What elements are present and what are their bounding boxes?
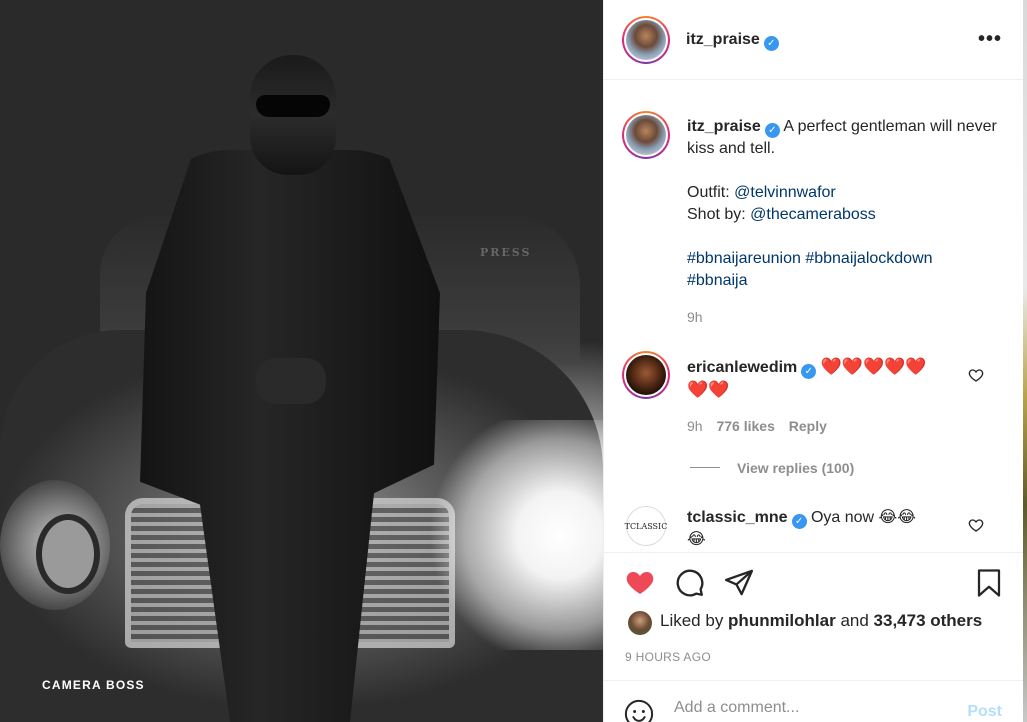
reply-button[interactable]: Reply — [789, 418, 827, 434]
comment-hearts-2: ❤️❤️ — [687, 380, 730, 399]
caption-time: 9h — [687, 309, 703, 325]
bookmark-icon[interactable] — [974, 567, 1004, 599]
comment-username[interactable]: ericanlewedim — [687, 359, 797, 376]
comment-icon[interactable] — [674, 567, 705, 598]
headlight-glare — [430, 420, 603, 650]
comment-text: Oya now 😂😂 — [810, 509, 916, 526]
hashtags-line-1[interactable]: #bbnaijareunion #bbnaijalockdown — [687, 248, 997, 270]
verified-icon: ✓ — [764, 123, 780, 138]
outfit-handle-link[interactable]: @telvinnwafor — [734, 184, 836, 201]
post-photo[interactable]: PRESS CAMERA BOSS — [0, 0, 603, 722]
background-strip — [1023, 0, 1027, 722]
shot-handle-link[interactable]: @thecameraboss — [750, 206, 876, 223]
shot-label: Shot by: — [687, 206, 751, 223]
comment-like-heart-icon[interactable] — [968, 367, 984, 383]
verified-icon: ✓ — [763, 36, 779, 51]
comment-2: tclassic_mne ✓ Oya now 😂😂 😂 — [687, 507, 977, 551]
car-plate-text: PRESS — [480, 246, 532, 259]
comment-likes[interactable]: 776 likes — [716, 418, 774, 434]
share-icon[interactable] — [723, 567, 755, 598]
liked-by-avatar[interactable] — [628, 611, 652, 635]
view-replies-line — [690, 467, 720, 468]
comment-like-heart-icon[interactable] — [968, 517, 984, 533]
liked-by-prefix: Liked by — [660, 611, 729, 630]
sunglasses — [256, 95, 330, 117]
comment-username[interactable]: tclassic_mne — [687, 509, 788, 526]
commenter-avatar[interactable] — [622, 351, 670, 399]
comment-input[interactable] — [674, 699, 954, 717]
liked-by-user[interactable]: phunmilohlar — [728, 611, 836, 630]
author-avatar[interactable] — [622, 16, 670, 64]
post-side-panel: itz_praise ✓ ••• itz_praise ✓ A perfect ge… — [603, 0, 1024, 722]
more-icon[interactable]: ••• — [978, 28, 1002, 51]
comment-time: 9h — [687, 418, 703, 434]
caption-avatar[interactable] — [622, 111, 670, 159]
comment-box: Post — [604, 680, 1024, 722]
view-replies-button[interactable]: View replies (100) — [737, 460, 854, 476]
post-header: itz_praise ✓ ••• — [604, 0, 1024, 80]
hashtags-line-2[interactable]: #bbnaija — [687, 270, 997, 292]
outfit-label: Outfit: — [687, 184, 735, 201]
liked-by-others[interactable]: 33,473 others — [874, 611, 983, 630]
post-timestamp[interactable]: 9 HOURS AGO — [625, 650, 711, 664]
caption-username[interactable]: itz_praise — [687, 118, 761, 135]
heart-icon[interactable] — [624, 566, 656, 598]
author-username[interactable]: itz_praise — [686, 31, 760, 48]
verified-icon: ✓ — [791, 514, 807, 529]
comment-meta: 9h 776 likes Reply — [687, 418, 827, 434]
author-username-row: itz_praise ✓ — [686, 31, 779, 51]
emoji-icon[interactable] — [624, 699, 654, 722]
commenter-avatar[interactable]: TCLASSIC — [625, 506, 667, 546]
comment-text-2: 😂 — [687, 531, 706, 548]
caption: itz_praise ✓ A perfect gentleman will nev… — [687, 116, 997, 292]
liked-by-text: Liked by phunmilohlar and 33,473 others — [660, 611, 982, 631]
car-headlight-inner — [36, 514, 100, 594]
comments-list[interactable]: itz_praise ✓ A perfect gentleman will nev… — [604, 81, 1024, 551]
post-comment-button[interactable]: Post — [967, 703, 1002, 721]
comment-1: ericanlewedim ✓ ❤️❤️❤️❤️❤️ ❤️❤️ — [687, 356, 977, 401]
verified-icon: ✓ — [801, 364, 817, 379]
photo-watermark: CAMERA BOSS — [42, 678, 145, 692]
liked-by-and: and — [835, 611, 874, 630]
person-hands — [256, 358, 326, 404]
comment-hearts: ❤️❤️❤️❤️❤️ — [820, 357, 927, 376]
